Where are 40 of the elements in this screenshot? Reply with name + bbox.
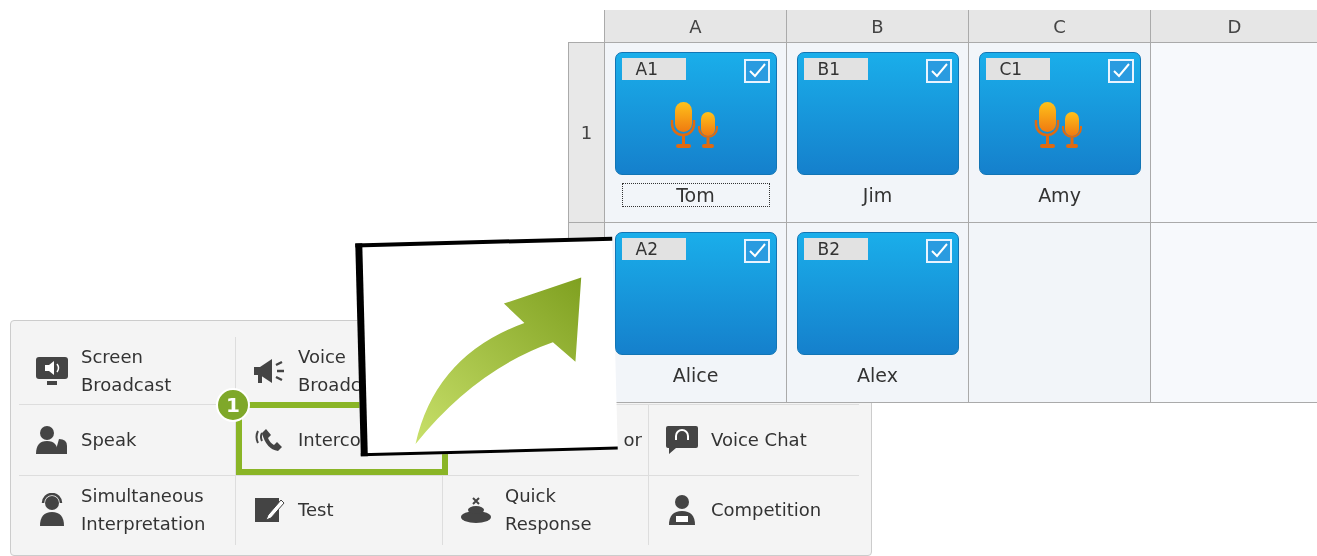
column-header: A xyxy=(605,10,787,43)
menu-label[interactable]: or xyxy=(623,426,642,454)
menu-label[interactable]: Speak xyxy=(81,426,137,454)
checkbox[interactable] xyxy=(1107,59,1134,83)
checkbox[interactable] xyxy=(743,59,770,83)
menu-label[interactable]: Voice Chat xyxy=(711,426,807,454)
person-speaking-icon xyxy=(35,425,69,455)
row-header: 1 xyxy=(568,43,605,223)
menu-label[interactable]: Test xyxy=(298,496,334,525)
seat-tile[interactable]: A2 xyxy=(614,232,777,355)
step-badge: 1 xyxy=(216,388,250,423)
column-header: B xyxy=(787,10,969,43)
checkbox[interactable] xyxy=(925,239,952,263)
checkbox[interactable] xyxy=(925,59,952,83)
monitor-icon xyxy=(35,355,69,386)
checkbox[interactable] xyxy=(743,239,770,263)
seat-name: Jim xyxy=(860,183,894,207)
seat-tile[interactable]: A1 xyxy=(614,52,777,175)
column-header: C xyxy=(969,10,1151,43)
menu-label[interactable]: Quick Response xyxy=(505,482,592,539)
seat-code: B1 xyxy=(803,58,868,80)
menu-label[interactable]: Voice Broadc xyxy=(298,342,361,399)
seat-code: C1 xyxy=(985,58,1050,80)
seat-code: B2 xyxy=(803,238,868,260)
menu-label[interactable]: Simultaneous Interpretation xyxy=(81,482,206,539)
buzzer-icon xyxy=(459,495,493,526)
menu-label[interactable]: Competition xyxy=(711,496,822,525)
seat-tile[interactable]: C1 xyxy=(978,52,1141,175)
seat-code: A2 xyxy=(621,238,686,260)
seat-code: A1 xyxy=(621,58,686,80)
menu-label[interactable]: Screen Broadcast xyxy=(81,342,172,399)
chat-bubble-icon xyxy=(665,425,699,455)
menu-label[interactable]: Interco xyxy=(298,426,361,454)
seat-tile[interactable]: B2 xyxy=(796,232,959,355)
seat-name: Alex xyxy=(856,363,899,387)
seat-name: Amy xyxy=(1037,183,1082,207)
column-header: D xyxy=(1151,10,1317,43)
seat-tile[interactable]: B1 xyxy=(796,52,959,175)
seat-name: Tom xyxy=(621,183,770,207)
seat-name: Alice xyxy=(671,363,720,387)
